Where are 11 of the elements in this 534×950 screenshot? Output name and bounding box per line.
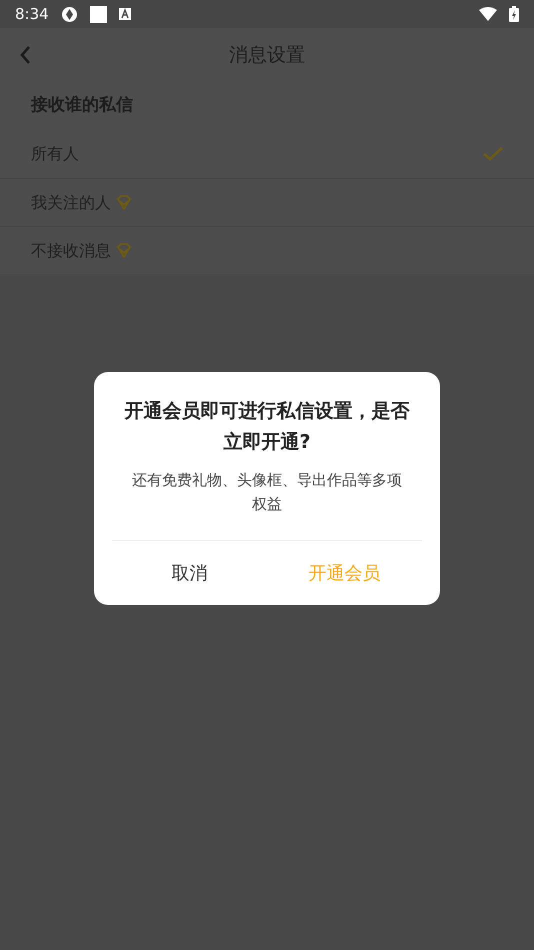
- dialog-button[interactable]: 开通会员: [267, 541, 422, 605]
- battery-icon: [509, 6, 519, 22]
- back-icon: [19, 46, 31, 64]
- square-icon: [90, 6, 107, 22]
- dialog-message: 还有免费礼物、头像框、导出作品等多项权益: [131, 470, 403, 515]
- dialog-title: 开通会员即可进行私信设置，是否立即开通?: [124, 399, 410, 455]
- keyboard-icon: [118, 8, 131, 20]
- dialog-button[interactable]: 取消: [112, 541, 267, 605]
- status-time: 8:34: [15, 4, 49, 25]
- check-icon: [483, 147, 503, 161]
- wifi-icon: [479, 7, 497, 21]
